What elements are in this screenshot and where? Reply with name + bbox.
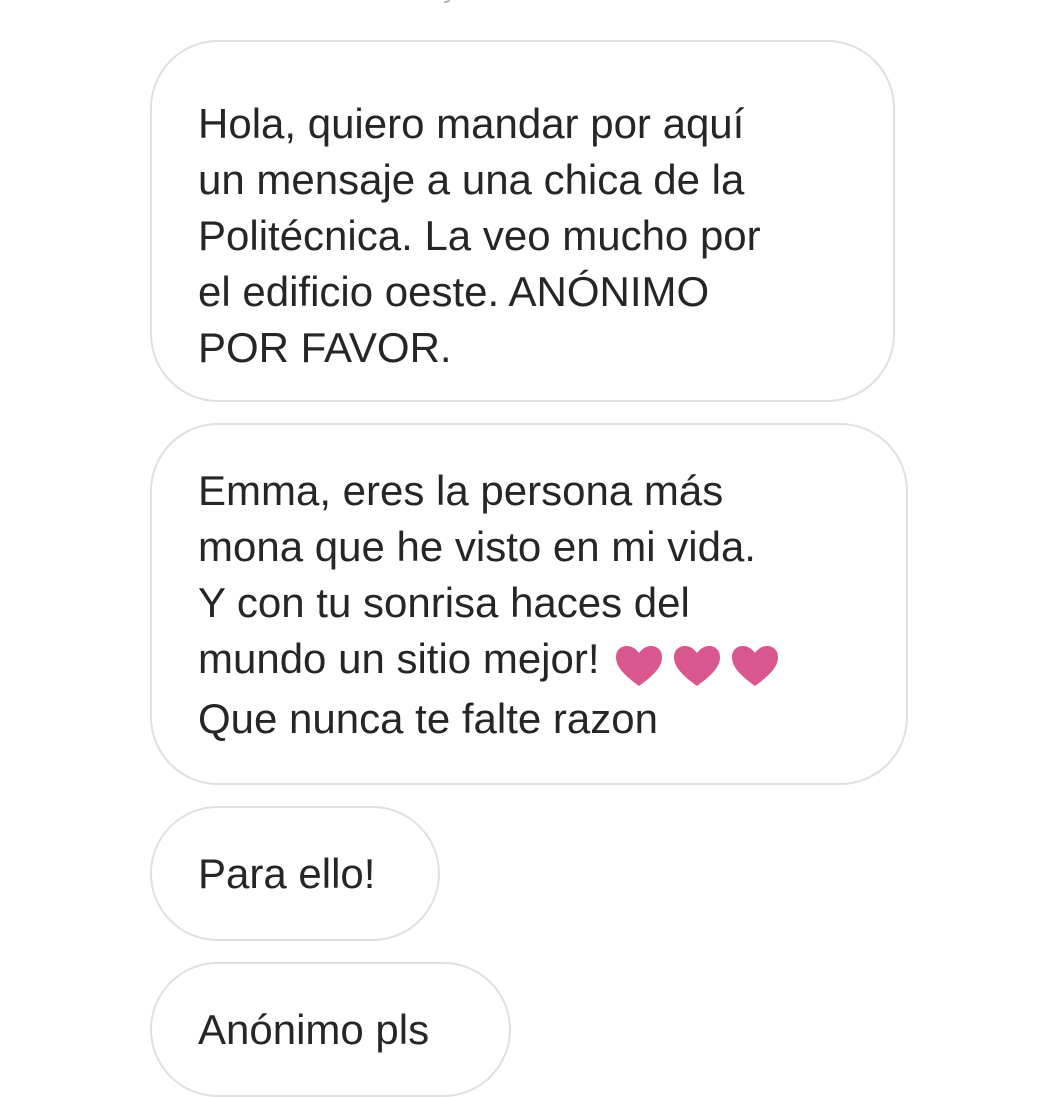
message-text: Anónimo pls	[198, 1006, 430, 1053]
message-bubble[interactable]: Emma, eres la persona más mona que he vi…	[150, 423, 908, 785]
heart-icon	[672, 644, 722, 688]
message-text: Emma, eres la persona más mona que he vi…	[198, 425, 860, 747]
message-text-part: Que nunca te falte razon	[198, 695, 658, 742]
heart-icon	[614, 644, 664, 688]
message-text: Hola, quiero mandar por aquí un mensaje …	[198, 100, 761, 371]
message-bubble[interactable]: Hola, quiero mandar por aquí un mensaje …	[150, 40, 895, 402]
message-bubble[interactable]: Para ello!	[150, 806, 440, 941]
message-bubble[interactable]: Anónimo pls	[150, 962, 511, 1097]
message-timestamp: Hoy 12:12 a. m.	[0, 0, 1018, 8]
hearts-emoji-group	[614, 635, 788, 691]
heart-icon	[730, 644, 780, 688]
message-text: Para ello!	[198, 850, 376, 897]
